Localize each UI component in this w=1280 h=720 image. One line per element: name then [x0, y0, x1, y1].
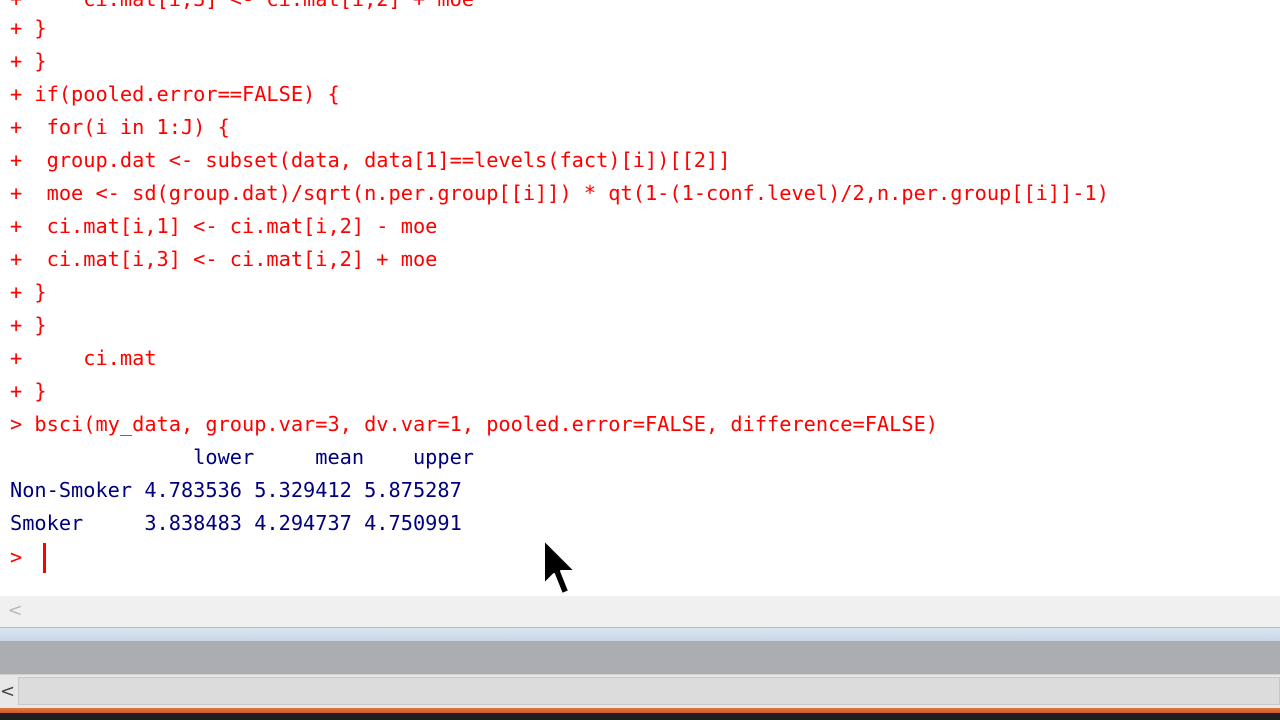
- console-line: + }: [10, 379, 47, 403]
- console-line: + ci.mat[i,1] <- ci.mat[i,2] - moe: [10, 214, 438, 238]
- console-output[interactable]: + ci.mat[i,3] <- ci.mat[i,2] + moe + } +…: [0, 0, 1280, 596]
- console-line: + }: [10, 49, 47, 73]
- outer-scroll-thumb[interactable]: [18, 677, 1280, 705]
- mouse-pointer-icon: [543, 539, 576, 595]
- console-line: + }: [10, 313, 47, 337]
- prompt: >: [10, 545, 23, 569]
- text-cursor: [43, 543, 46, 573]
- command-line: > bsci(my_data, group.var=3, dv.var=1, p…: [10, 412, 938, 436]
- console-line: + }: [10, 280, 47, 304]
- console-line: + ci.mat[i,3] <- ci.mat[i,2] + moe: [10, 0, 474, 16]
- r-console-window: + ci.mat[i,3] <- ci.mat[i,2] + moe + } +…: [0, 0, 1280, 720]
- console-line: + ci.mat[i,3] <- ci.mat[i,2] + moe: [10, 247, 438, 271]
- window-frame-border: [0, 627, 1280, 641]
- console-line: + }: [10, 16, 47, 40]
- result-row: Smoker 3.838483 4.294737 4.750991: [10, 511, 462, 535]
- console-line: + moe <- sd(group.dat)/sqrt(n.per.group[…: [10, 181, 1109, 205]
- console-horizontal-scrollbar[interactable]: <: [0, 596, 1280, 627]
- console-line: + ci.mat: [10, 346, 157, 370]
- outer-scroll-left-arrow-icon[interactable]: <: [0, 675, 15, 708]
- result-row: Non-Smoker 4.783536 5.329412 5.875287: [10, 478, 462, 502]
- console-line: + group.dat <- subset(data, data[1]==lev…: [10, 148, 731, 172]
- outer-horizontal-scrollbar[interactable]: <: [0, 674, 1280, 708]
- taskbar-edge: [0, 708, 1280, 720]
- result-header: lower mean upper: [10, 445, 474, 469]
- console-line: + if(pooled.error==FALSE) {: [10, 82, 340, 106]
- scroll-left-arrow-icon[interactable]: <: [6, 598, 24, 624]
- window-frame-area: [0, 641, 1280, 674]
- console-line: + for(i in 1:J) {: [10, 115, 230, 139]
